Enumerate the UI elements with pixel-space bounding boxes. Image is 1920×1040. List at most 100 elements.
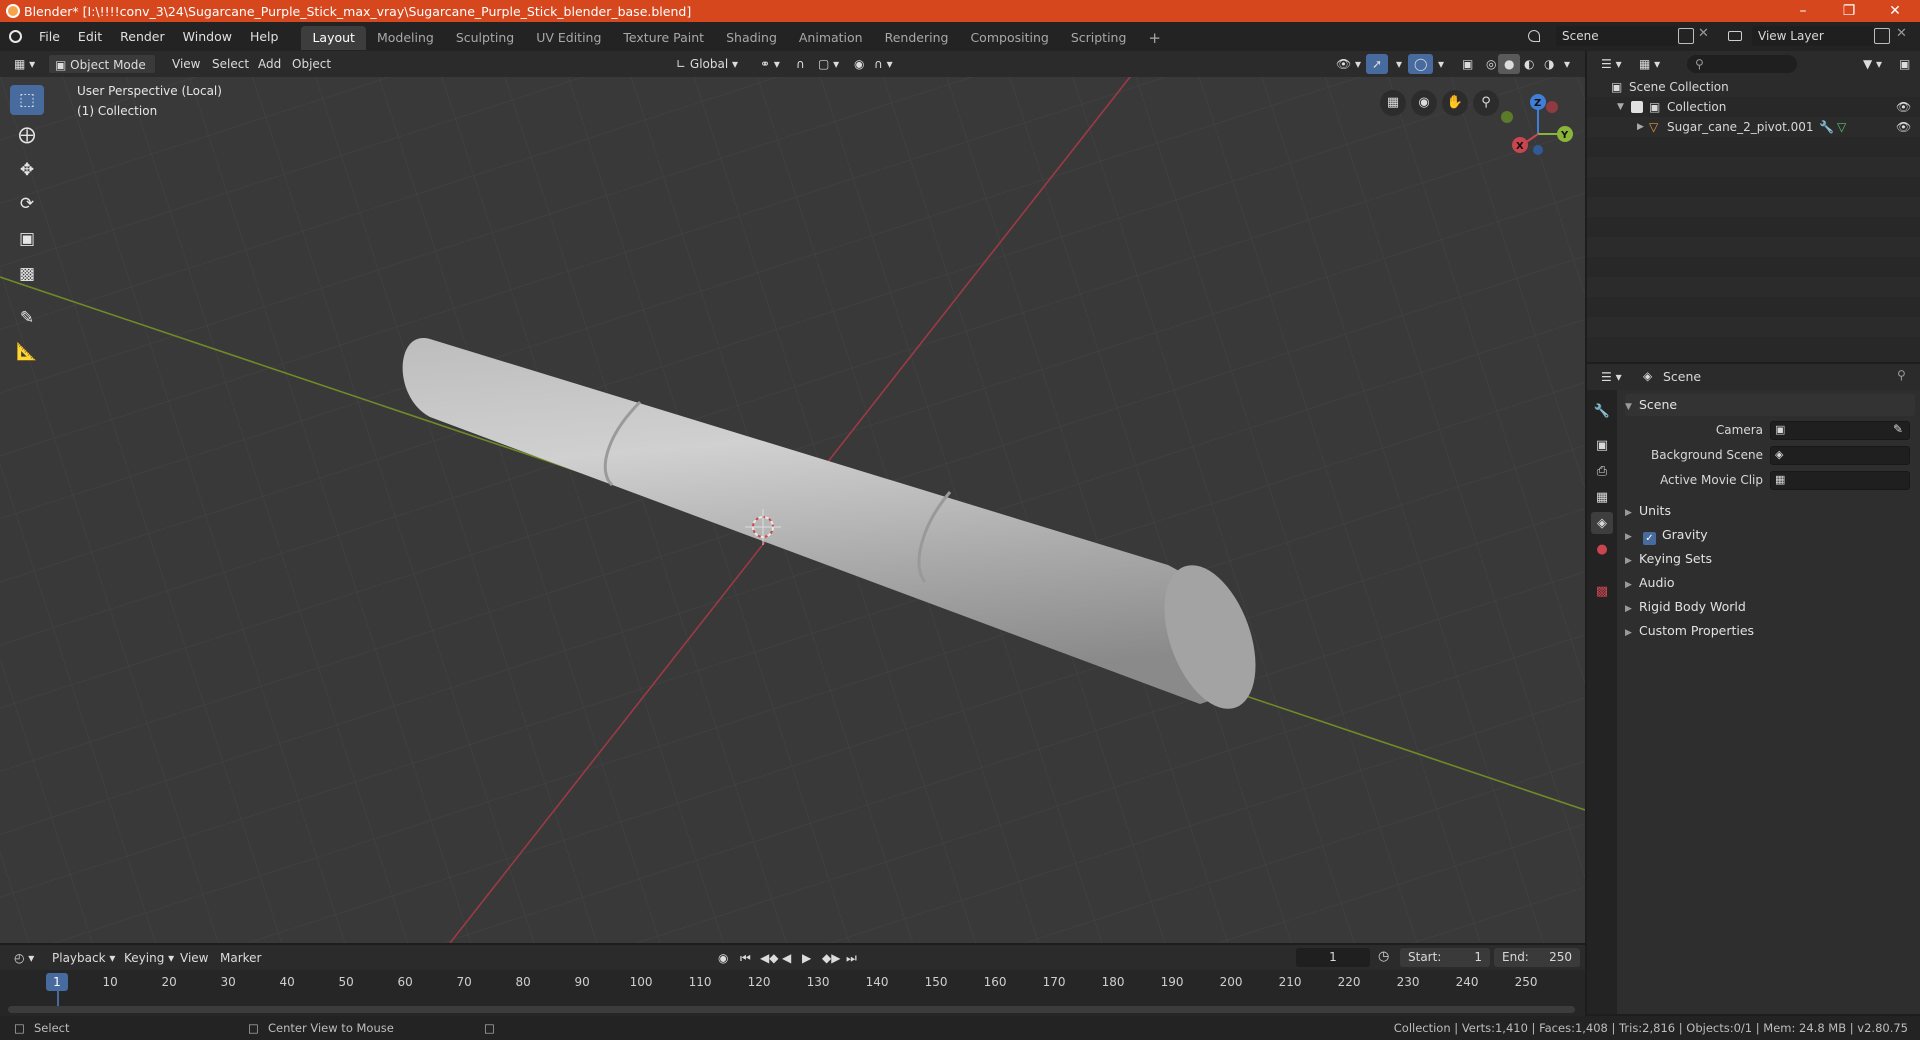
timeline-scrollbar[interactable]: [8, 1006, 1575, 1013]
overlays-dropdown-icon[interactable]: ▾: [1432, 54, 1450, 74]
outliner-row-collection[interactable]: ▼ ▣ Collection 👁: [1587, 97, 1920, 117]
xray-toggle-icon[interactable]: ▣: [1456, 54, 1479, 74]
gravity-checkbox[interactable]: ✓: [1642, 532, 1656, 545]
pan-hand-icon[interactable]: ✋: [1442, 90, 1468, 116]
scene-panel-header[interactable]: ▼ Scene: [1625, 394, 1915, 416]
tab-layout[interactable]: Layout: [301, 26, 366, 50]
current-frame-field[interactable]: 1: [1296, 948, 1370, 967]
outliner-row-object[interactable]: ▶ ▽ Sugar_cane_2_pivot.001 🔧 ▽ 👁: [1587, 117, 1920, 137]
view-layer-icon[interactable]: [1725, 27, 1745, 45]
annotate-tool-icon[interactable]: ✎: [10, 303, 44, 333]
blender-menu-icon[interactable]: [0, 22, 30, 51]
audio-panel-header[interactable]: ▶ Audio: [1625, 572, 1915, 594]
menu-object[interactable]: Object: [286, 54, 337, 74]
camera-view-icon[interactable]: ◉: [1411, 90, 1437, 116]
close-icon[interactable]: ✕: [1872, 0, 1918, 22]
transform-tool-icon[interactable]: ▩: [10, 259, 44, 289]
scene-icon[interactable]: [1524, 26, 1546, 46]
tab-texture-paint[interactable]: Texture Paint: [612, 26, 715, 50]
mode-dropdown[interactable]: ▣ Object Mode ▾: [48, 54, 156, 92]
editor-type-icon[interactable]: ▦ ▾: [8, 54, 41, 74]
scale-tool-icon[interactable]: ▣: [10, 224, 44, 254]
view-layer-field[interactable]: View Layer: [1752, 26, 1874, 46]
collection-visibility-eye-icon[interactable]: 👁: [1896, 97, 1911, 117]
outliner-editor-type-icon[interactable]: ☰ ▾: [1595, 54, 1628, 74]
outliner-search-input[interactable]: ⚲: [1687, 55, 1797, 73]
rotate-tool-icon[interactable]: ⟳: [10, 189, 44, 219]
tab-animation[interactable]: Animation: [788, 26, 874, 50]
menu-file[interactable]: File: [30, 22, 69, 51]
menu-edit[interactable]: Edit: [69, 22, 111, 51]
select-box-tool-icon[interactable]: ⬚: [10, 85, 44, 115]
pivot-point-icon[interactable]: ⚭ ▾: [754, 54, 786, 74]
world-tab-icon[interactable]: ●: [1591, 538, 1613, 560]
record-icon[interactable]: ◉: [712, 948, 734, 968]
tab-compositing[interactable]: Compositing: [959, 26, 1059, 50]
menu-select[interactable]: Select: [206, 54, 255, 74]
filter-icon[interactable]: ▼ ▾: [1857, 54, 1888, 74]
new-view-layer-icon[interactable]: [1874, 28, 1890, 44]
menu-playback[interactable]: Playback ▾: [46, 948, 121, 968]
zoom-icon[interactable]: ⚲: [1473, 90, 1499, 116]
play-icon[interactable]: ▶: [796, 948, 817, 968]
timeline-area[interactable]: 1 10 20 30 40 50 60 70 80 90 100 110 120 130 140 150 160…: [0, 970, 1585, 1016]
overlays-toggle-icon[interactable]: ◯: [1408, 54, 1434, 74]
texture-tab-icon[interactable]: ▩: [1591, 580, 1613, 602]
move-tool-icon[interactable]: ✥: [10, 155, 44, 185]
3d-viewport[interactable]: Z Y X User Perspective (Local) (1) Colle…: [0, 77, 1585, 943]
new-scene-icon[interactable]: [1678, 28, 1694, 44]
menu-marker[interactable]: Marker: [214, 948, 267, 968]
background-scene-field[interactable]: ◈: [1770, 446, 1910, 465]
collection-checkbox[interactable]: [1631, 101, 1643, 113]
tab-sculpting[interactable]: Sculpting: [445, 26, 525, 50]
keying-sets-panel-header[interactable]: ▶ Keying Sets: [1625, 548, 1915, 570]
menu-help[interactable]: Help: [241, 22, 288, 51]
tab-modeling[interactable]: Modeling: [366, 26, 445, 50]
menu-render[interactable]: Render: [111, 22, 174, 51]
gizmo-toggle-icon[interactable]: ➚: [1366, 54, 1389, 74]
end-frame-field[interactable]: End: 250: [1494, 948, 1580, 967]
scene-tab-icon[interactable]: ◈: [1591, 512, 1613, 534]
tab-scripting[interactable]: Scripting: [1060, 26, 1138, 50]
restore-icon[interactable]: ❐: [1826, 0, 1872, 22]
gravity-panel-header[interactable]: ▶ ✓ Gravity: [1625, 524, 1915, 546]
tab-shading[interactable]: Shading: [715, 26, 788, 50]
scene-selector-field[interactable]: Scene: [1556, 26, 1678, 46]
snap-target-icon[interactable]: ▢ ▾: [812, 54, 845, 74]
custom-properties-panel-header[interactable]: ▶ Custom Properties: [1625, 620, 1915, 642]
gizmo-dropdown-icon[interactable]: ▾: [1390, 54, 1408, 74]
play-reverse-icon[interactable]: ◀: [776, 948, 797, 968]
expand-arrow-icon[interactable]: ▼: [1617, 97, 1624, 117]
start-frame-field[interactable]: Start: 1: [1400, 948, 1490, 967]
outliner-row-scene-collection[interactable]: ▣ Scene Collection: [1587, 77, 1920, 97]
tool-tab-icon[interactable]: 🔧: [1591, 400, 1613, 422]
pin-icon[interactable]: ⚲: [1897, 368, 1906, 382]
properties-editor-type-icon[interactable]: ☰ ▾: [1595, 367, 1628, 387]
tab-uv-editing[interactable]: UV Editing: [525, 26, 612, 50]
jump-end-icon[interactable]: ⏭: [840, 948, 863, 968]
mesh-data-icon[interactable]: ▽: [1837, 117, 1846, 137]
add-workspace-icon[interactable]: +: [1137, 26, 1172, 50]
output-tab-icon[interactable]: ⎙: [1591, 460, 1613, 482]
menu-window[interactable]: Window: [174, 22, 241, 51]
visibility-selectable-icon[interactable]: 👁 ▾: [1330, 54, 1367, 74]
cursor-tool-icon[interactable]: ⨁: [10, 120, 44, 150]
active-movie-clip-field[interactable]: ▦: [1770, 471, 1910, 490]
rigid-body-world-panel-header[interactable]: ▶ Rigid Body World: [1625, 596, 1915, 618]
view-layer-tab-icon[interactable]: ▦: [1591, 486, 1613, 508]
proportional-falloff-icon[interactable]: ∩ ▾: [868, 54, 899, 74]
measure-tool-icon[interactable]: 📐: [10, 337, 44, 367]
auto-keying-clock-icon[interactable]: ◷: [1378, 949, 1389, 964]
expand-arrow-icon[interactable]: ▶: [1637, 117, 1644, 137]
delete-scene-icon[interactable]: ✕: [1698, 26, 1709, 41]
render-tab-icon[interactable]: ▣: [1591, 434, 1613, 456]
minimize-icon[interactable]: –: [1780, 0, 1826, 22]
menu-timeline-view[interactable]: View: [174, 948, 214, 968]
modifier-wrench-icon[interactable]: 🔧: [1819, 117, 1834, 137]
object-visibility-eye-icon[interactable]: 👁: [1896, 117, 1911, 137]
display-mode-icon[interactable]: ▦ ▾: [1633, 54, 1666, 74]
timeline-editor-type-icon[interactable]: ◴ ▾: [8, 948, 40, 968]
camera-field[interactable]: ▣ ✎: [1770, 421, 1910, 440]
tab-rendering[interactable]: Rendering: [874, 26, 960, 50]
transform-orientation-dropdown[interactable]: ∟ Global ▾: [670, 54, 744, 74]
